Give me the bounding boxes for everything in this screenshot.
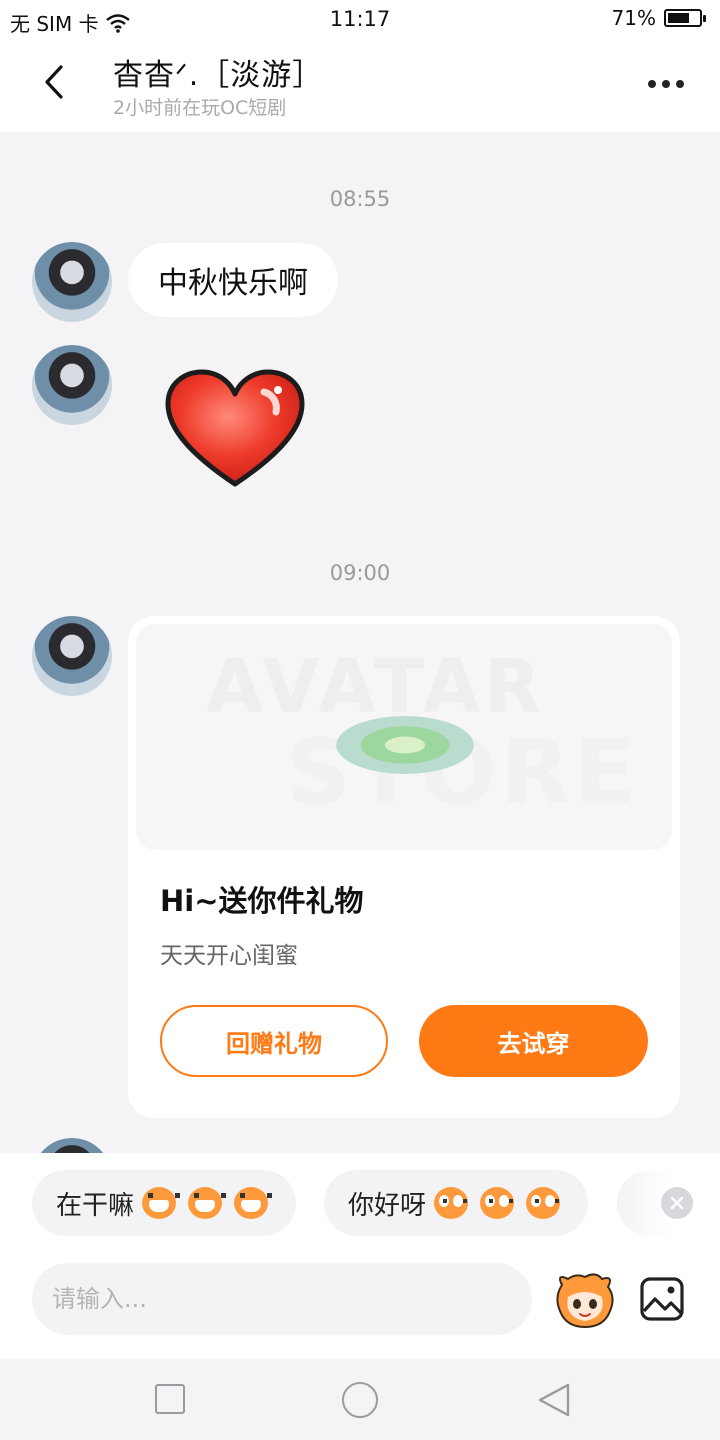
more-dot-icon bbox=[676, 80, 684, 88]
gift-title: Hi~送你件礼物 bbox=[160, 884, 364, 918]
quick-reply-chip[interactable]: 在干嘛 bbox=[32, 1170, 297, 1236]
close-icon bbox=[670, 1196, 684, 1210]
wide-eyed-monkey-icon bbox=[430, 1185, 472, 1221]
message-input[interactable] bbox=[32, 1263, 532, 1335]
status-bar: 无 SIM 卡 11:17 71% bbox=[0, 0, 720, 38]
system-nav-bar bbox=[0, 1359, 720, 1440]
red-heart-icon[interactable] bbox=[160, 366, 310, 491]
quick-reply-text: 在干嘛 bbox=[56, 1190, 135, 1221]
battery-fill bbox=[668, 13, 690, 23]
grinning-monkey-icon bbox=[184, 1185, 227, 1221]
wide-eyed-monkey-icon bbox=[522, 1185, 564, 1221]
time-divider: 08:55 bbox=[329, 187, 391, 211]
message-bubble[interactable]: 中秋快乐啊 bbox=[128, 243, 338, 317]
recent-apps-button[interactable] bbox=[155, 1384, 185, 1414]
battery-percent: 71% bbox=[611, 6, 656, 30]
image-picker-icon[interactable] bbox=[638, 1275, 686, 1323]
wide-eyed-monkey-icon bbox=[476, 1185, 518, 1221]
grinning-monkey-icon bbox=[230, 1185, 273, 1221]
more-dot-icon bbox=[648, 80, 656, 88]
gift-card[interactable]: AVATAR STORE Hi~送你件礼物 天天开心闺蜜 回赠礼物 去试穿 bbox=[128, 616, 680, 1118]
return-gift-button[interactable]: 回赠礼物 bbox=[160, 1005, 388, 1077]
gift-preview-image[interactable]: AVATAR STORE bbox=[136, 624, 672, 850]
battery-icon bbox=[664, 9, 706, 27]
input-panel: 在干嘛 你好呀 bbox=[0, 1153, 720, 1359]
contact-name[interactable]: 杳杳ᐟ.［淡游］ bbox=[113, 50, 323, 94]
try-on-button[interactable]: 去试穿 bbox=[419, 1005, 648, 1077]
time-divider: 09:00 bbox=[329, 561, 391, 585]
home-button[interactable] bbox=[342, 1382, 378, 1418]
quick-reply-chip[interactable]: 你好呀 bbox=[324, 1170, 589, 1236]
battery-group: 71% bbox=[611, 6, 706, 30]
quick-reply-text: 你好呀 bbox=[348, 1190, 427, 1221]
gift-message: 天天开心闺蜜 bbox=[160, 943, 298, 969]
back-button[interactable] bbox=[32, 60, 76, 104]
avatar-store-watermark: AVATAR bbox=[206, 644, 546, 730]
contact-avatar[interactable] bbox=[32, 242, 112, 322]
more-options-button[interactable] bbox=[642, 64, 690, 104]
more-dot-icon bbox=[662, 80, 670, 88]
close-quick-replies-button[interactable] bbox=[661, 1187, 693, 1219]
contact-avatar[interactable] bbox=[32, 345, 112, 425]
sticker-mascot-icon[interactable] bbox=[552, 1271, 618, 1331]
back-arrow-icon bbox=[45, 65, 63, 99]
gift-platform-icon bbox=[336, 716, 474, 774]
grinning-monkey-icon bbox=[138, 1185, 181, 1221]
contact-avatar[interactable] bbox=[32, 616, 112, 696]
nav-back-button[interactable] bbox=[536, 1381, 572, 1419]
chat-header: 杳杳ᐟ.［淡游］ 2小时前在玩OC短剧 bbox=[0, 38, 720, 132]
contact-status: 2小时前在玩OC短剧 bbox=[113, 97, 287, 119]
